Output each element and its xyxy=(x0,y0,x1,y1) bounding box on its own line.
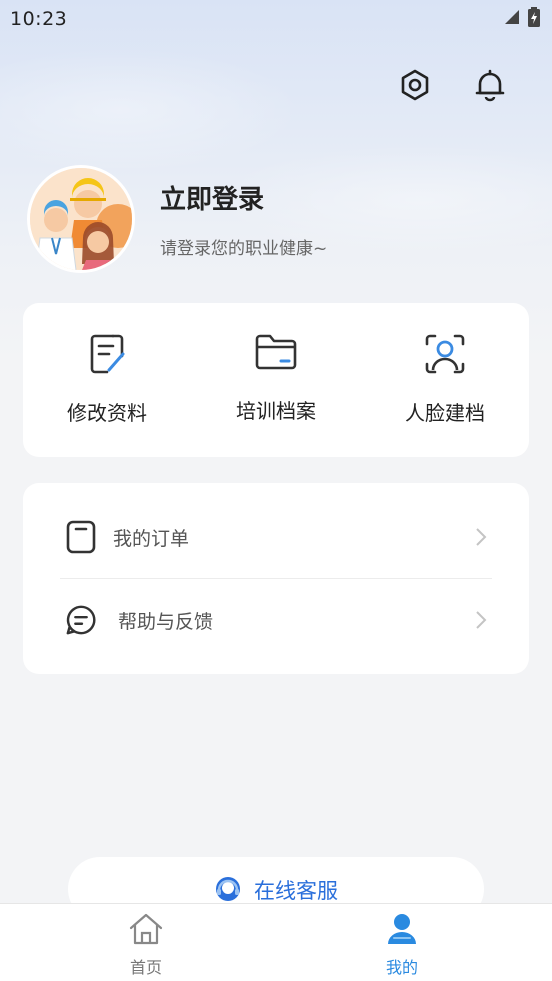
quick-action-label: 修改资料 xyxy=(67,401,147,425)
status-bar: 10:23 xyxy=(0,0,552,38)
login-title[interactable]: 立即登录 xyxy=(160,179,264,216)
tab-label: 我的 xyxy=(385,958,418,977)
tab-home[interactable]: 首页 xyxy=(96,912,196,978)
quick-action-label: 培训档案 xyxy=(236,399,316,423)
folder-icon xyxy=(253,329,299,375)
menu-item-my-orders[interactable]: 我的订单 xyxy=(23,495,529,579)
tab-mine[interactable]: 我的 xyxy=(352,912,452,978)
avatar[interactable] xyxy=(27,165,135,273)
menu-item-label: 帮助与反馈 xyxy=(118,610,214,633)
chevron-right-icon xyxy=(475,610,489,630)
signal-icon xyxy=(504,9,520,29)
user-icon xyxy=(385,912,419,950)
settings-icon[interactable] xyxy=(398,68,432,102)
quick-action-label: 人脸建档 xyxy=(405,401,485,425)
quick-action-edit-profile[interactable]: 修改资料 xyxy=(32,331,182,426)
online-service-label: 在线客服 xyxy=(254,879,338,903)
order-icon xyxy=(65,519,97,555)
battery-icon xyxy=(528,7,540,31)
tab-label: 首页 xyxy=(129,958,162,977)
notification-bell-icon[interactable] xyxy=(473,68,507,102)
edit-document-icon xyxy=(84,331,130,377)
quick-action-face-enroll[interactable]: 人脸建档 xyxy=(370,331,520,426)
menu-item-help-feedback[interactable]: 帮助与反馈 xyxy=(23,578,529,662)
menu-item-label: 我的订单 xyxy=(113,527,190,550)
status-time: 10:23 xyxy=(10,8,68,30)
home-icon xyxy=(127,912,165,950)
quick-actions-card: 修改资料 培训档案 人脸建档 xyxy=(23,303,529,457)
chevron-right-icon xyxy=(475,527,489,547)
quick-action-training-archive[interactable]: 培训档案 xyxy=(201,329,351,424)
feedback-icon xyxy=(65,602,97,638)
login-subtitle: 请登录您的职业健康~ xyxy=(160,239,328,259)
face-scan-icon xyxy=(422,331,468,377)
bottom-tab-bar: 首页 我的 xyxy=(0,903,552,981)
status-icons xyxy=(504,7,540,31)
menu-card: 我的订单 帮助与反馈 xyxy=(23,483,529,674)
